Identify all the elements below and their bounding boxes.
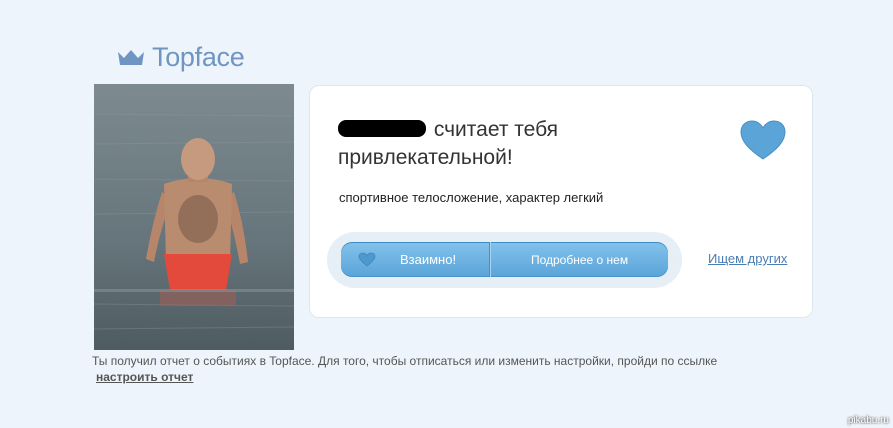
heart-small-icon xyxy=(358,252,376,267)
more-about-him-button[interactable]: Подробнее о нем xyxy=(490,242,668,277)
mutual-button[interactable]: Взаимно! xyxy=(341,242,490,277)
description: спортивное телосложение, характер легкий xyxy=(339,190,604,205)
notification-card: считает тебя привлекательной! спортивное… xyxy=(309,85,813,318)
brand-name: Topface xyxy=(152,42,245,72)
crown-icon xyxy=(118,49,144,65)
redacted-name xyxy=(338,120,426,137)
footer-text: Ты получил отчет о событиях в Topface. Д… xyxy=(92,354,718,368)
watermark: pikabu.ru xyxy=(847,415,889,426)
profile-photo[interactable] xyxy=(94,84,294,350)
action-buttons: Взаимно! Подробнее о нем xyxy=(341,242,668,277)
search-others-link[interactable]: Ищем других xyxy=(708,251,787,266)
action-button-group: Взаимно! Подробнее о нем xyxy=(327,232,682,288)
profile-photo-image xyxy=(94,84,294,350)
settings-link[interactable]: настроить отчет xyxy=(96,370,193,384)
headline: считает тебя привлекательной! xyxy=(338,116,678,172)
topface-logo[interactable]: Topface xyxy=(117,42,245,73)
mutual-button-label: Взаимно! xyxy=(400,252,457,267)
heart-icon xyxy=(740,120,786,160)
